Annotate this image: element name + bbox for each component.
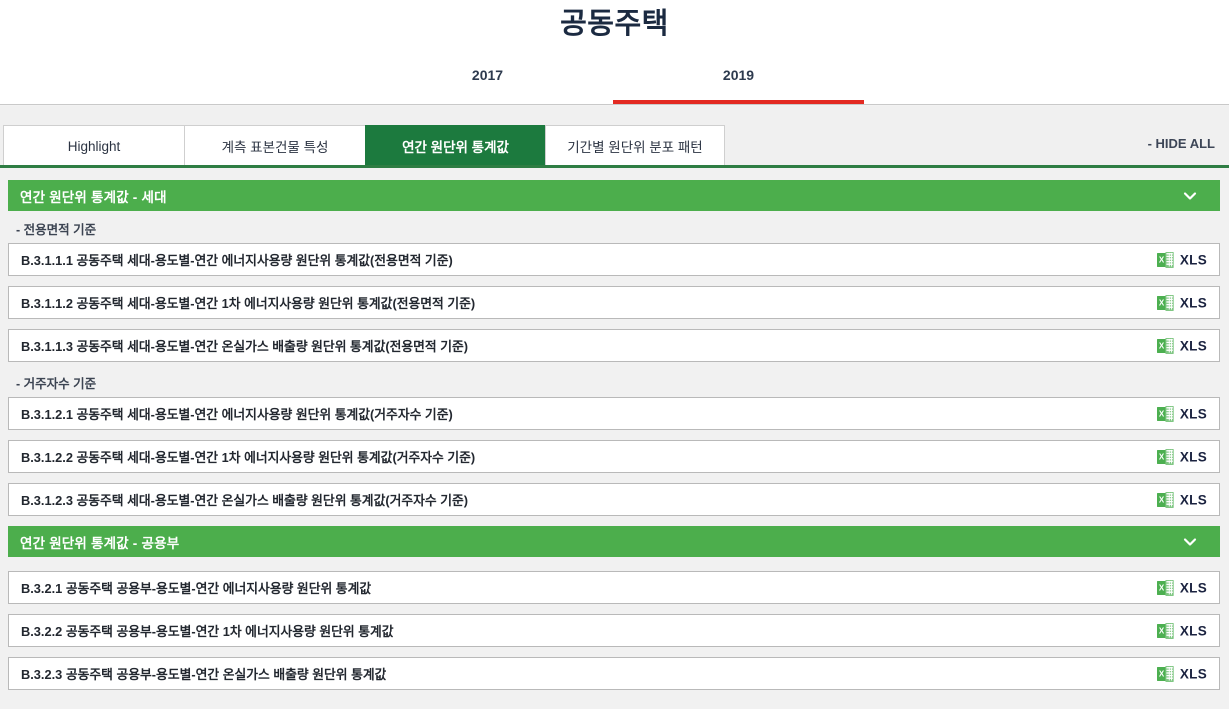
svg-text:X: X: [1159, 409, 1165, 418]
svg-text:X: X: [1159, 298, 1165, 307]
year-tab-list: 2017 2019: [362, 58, 864, 104]
xls-download-button[interactable]: X XLS: [1156, 294, 1207, 311]
row-title: B.3.1.1.2 공동주택 세대-용도별-연간 1차 에너지사용량 원단위 통…: [21, 296, 476, 311]
excel-xls-icon: X: [1156, 491, 1174, 508]
xls-label: XLS: [1179, 666, 1207, 681]
svg-text:X: X: [1159, 495, 1165, 504]
section-title: 연간 원단위 통계값 - 공용부: [20, 535, 180, 551]
xls-download-button[interactable]: X XLS: [1156, 448, 1207, 465]
xls-label: XLS: [1179, 492, 1207, 507]
excel-xls-icon: X: [1156, 448, 1174, 465]
xls-download-button[interactable]: X XLS: [1156, 251, 1207, 268]
section-common-area: 연간 원단위 통계값 - 공용부 B.3.2.1 공동주택 공용부-용도별-연간…: [8, 526, 1220, 690]
excel-xls-icon: X: [1156, 665, 1174, 682]
chevron-down-icon[interactable]: [1182, 534, 1198, 550]
tab-label: Highlight: [67, 138, 121, 154]
section-household: 연간 원단위 통계값 - 세대 - 전용면적 기준 B.3.1.1.1 공동주택…: [8, 180, 1220, 516]
tab-list: Highlight 계측 표본건물 특성 연간 원단위 통계값 기간별 원단위 …: [3, 125, 725, 167]
row-title: B.3.1.1.1 공동주택 세대-용도별-연간 에너지사용량 원단위 통계값(…: [21, 253, 453, 268]
row-title: B.3.2.1 공동주택 공용부-용도별-연간 에너지사용량 원단위 통계값: [21, 581, 372, 596]
excel-xls-icon: X: [1156, 337, 1174, 354]
section-header-household[interactable]: 연간 원단위 통계값 - 세대: [8, 180, 1220, 211]
row-title: B.3.1.1.3 공동주택 세대-용도별-연간 온실가스 배출량 원단위 통계…: [21, 339, 469, 354]
tab-label: 계측 표본건물 특성: [221, 140, 329, 155]
section-title: 연간 원단위 통계값 - 세대: [20, 189, 167, 205]
top-header: 공동주택 2017 2019: [0, 0, 1229, 105]
year-tab-label: 2019: [722, 67, 755, 83]
hide-all-button[interactable]: - HIDE ALL: [1148, 136, 1215, 151]
row-title: B.3.2.3 공동주택 공용부-용도별-연간 온실가스 배출량 원단위 통계값: [21, 667, 387, 682]
row-title: B.3.2.2 공동주택 공용부-용도별-연간 1차 에너지사용량 원단위 통계…: [21, 624, 394, 639]
year-tab-2017[interactable]: 2017: [362, 58, 613, 104]
xls-label: XLS: [1179, 406, 1207, 421]
svg-text:X: X: [1159, 669, 1165, 678]
section-tabbar: Highlight 계측 표본건물 특성 연간 원단위 통계값 기간별 원단위 …: [0, 106, 1229, 168]
tab-highlight[interactable]: Highlight: [3, 125, 184, 167]
page-root: 공동주택 2017 2019 Highlight 계측 표본건물 특성 연간 원…: [0, 0, 1229, 709]
row-title: B.3.1.2.2 공동주택 세대-용도별-연간 1차 에너지사용량 원단위 통…: [21, 450, 476, 465]
excel-xls-icon: X: [1156, 251, 1174, 268]
table-row[interactable]: B.3.1.1.1 공동주택 세대-용도별-연간 에너지사용량 원단위 통계값(…: [8, 243, 1220, 276]
group-label-exclusive-area: - 전용면적 기준: [16, 223, 97, 237]
table-row[interactable]: B.3.1.1.3 공동주택 세대-용도별-연간 온실가스 배출량 원단위 통계…: [8, 329, 1220, 362]
tab-sample-building-characteristics[interactable]: 계측 표본건물 특성: [184, 125, 365, 167]
excel-xls-icon: X: [1156, 405, 1174, 422]
table-row[interactable]: B.3.1.2.1 공동주택 세대-용도별-연간 에너지사용량 원단위 통계값(…: [8, 397, 1220, 430]
xls-label: XLS: [1179, 295, 1207, 310]
year-tab-2019[interactable]: 2019: [613, 58, 864, 104]
xls-label: XLS: [1179, 252, 1207, 267]
table-row[interactable]: B.3.1.2.2 공동주택 세대-용도별-연간 1차 에너지사용량 원단위 통…: [8, 440, 1220, 473]
page-title: 공동주택: [560, 8, 669, 40]
section-header-common-area[interactable]: 연간 원단위 통계값 - 공용부: [8, 526, 1220, 557]
svg-text:X: X: [1159, 452, 1165, 461]
tab-label: 기간별 원단위 분포 패턴: [567, 140, 703, 155]
row-title: B.3.1.2.3 공동주택 세대-용도별-연간 온실가스 배출량 원단위 통계…: [21, 493, 469, 508]
tab-annual-unit-statistics[interactable]: 연간 원단위 통계값: [365, 125, 545, 167]
year-tab-label: 2017: [471, 67, 504, 83]
excel-xls-icon: X: [1156, 579, 1174, 596]
excel-xls-icon: X: [1156, 294, 1174, 311]
table-row[interactable]: B.3.2.2 공동주택 공용부-용도별-연간 1차 에너지사용량 원단위 통계…: [8, 614, 1220, 647]
xls-download-button[interactable]: X XLS: [1156, 405, 1207, 422]
svg-text:X: X: [1159, 255, 1165, 264]
content-area: 연간 원단위 통계값 - 세대 - 전용면적 기준 B.3.1.1.1 공동주택…: [0, 168, 1229, 709]
xls-download-button[interactable]: X XLS: [1156, 665, 1207, 682]
xls-label: XLS: [1179, 580, 1207, 595]
xls-label: XLS: [1179, 449, 1207, 464]
table-row[interactable]: B.3.2.3 공동주택 공용부-용도별-연간 온실가스 배출량 원단위 통계값…: [8, 657, 1220, 690]
excel-xls-icon: X: [1156, 622, 1174, 639]
svg-text:X: X: [1159, 583, 1165, 592]
table-row[interactable]: B.3.2.1 공동주택 공용부-용도별-연간 에너지사용량 원단위 통계값 X: [8, 571, 1220, 604]
group-label-occupants: - 거주자수 기준: [16, 377, 97, 391]
xls-download-button[interactable]: X XLS: [1156, 491, 1207, 508]
xls-download-button[interactable]: X XLS: [1156, 337, 1207, 354]
svg-text:X: X: [1159, 341, 1165, 350]
xls-label: XLS: [1179, 623, 1207, 638]
xls-label: XLS: [1179, 338, 1207, 353]
tab-label: 연간 원단위 통계값: [402, 140, 509, 155]
xls-download-button[interactable]: X XLS: [1156, 579, 1207, 596]
row-title: B.3.1.2.1 공동주택 세대-용도별-연간 에너지사용량 원단위 통계값(…: [21, 407, 453, 422]
table-row[interactable]: B.3.1.2.3 공동주택 세대-용도별-연간 온실가스 배출량 원단위 통계…: [8, 483, 1220, 516]
xls-download-button[interactable]: X XLS: [1156, 622, 1207, 639]
table-row[interactable]: B.3.1.1.2 공동주택 세대-용도별-연간 1차 에너지사용량 원단위 통…: [8, 286, 1220, 319]
svg-text:X: X: [1159, 626, 1165, 635]
chevron-down-icon[interactable]: [1182, 188, 1198, 204]
tab-period-distribution-pattern[interactable]: 기간별 원단위 분포 패턴: [545, 125, 725, 167]
